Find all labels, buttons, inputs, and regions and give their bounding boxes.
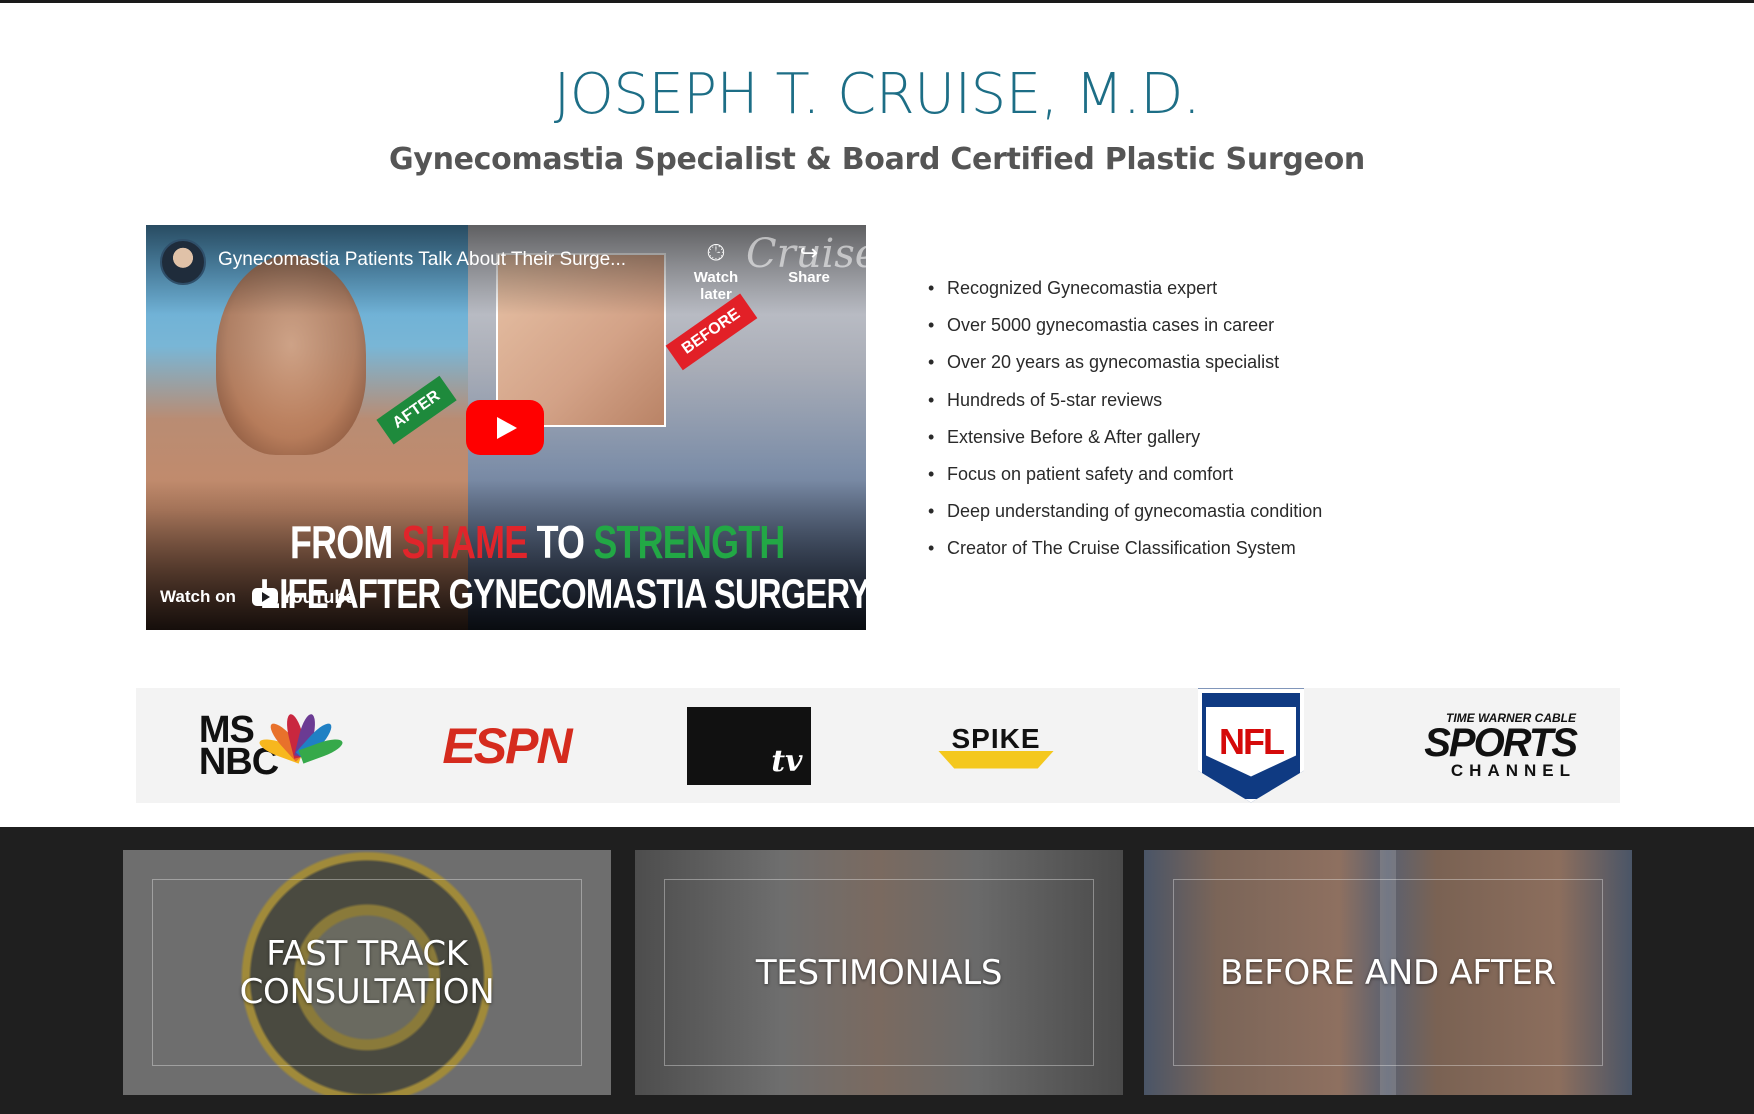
testimonials-tile[interactable]: TESTIMONIALS [635,850,1123,1095]
before-and-after-label: BEFORE AND AFTER [1219,952,1556,993]
list-item: Hundreds of 5-star reviews [928,385,1322,422]
clock-icon: 🕒︎ [707,240,725,265]
list-item: Deep understanding of gynecomastia condi… [928,496,1322,533]
headline-strength: STRENGTH [593,516,785,568]
nfl-logo: NFL [1196,688,1306,803]
list-item: Creator of The Cruise Classification Sys… [928,533,1322,570]
mtv-block: tv [686,706,811,785]
headline-from: FROM [290,516,402,568]
list-item: Focus on patient safety and comfort [928,459,1322,496]
cta-section: FAST TRACK CONSULTATION TESTIMONIALS BEF… [0,827,1754,1114]
watch-later-button[interactable]: 🕒︎ Watch later [676,240,756,304]
spike-bar [938,750,1054,769]
play-button[interactable] [466,400,544,455]
page-title: JOSEPH T. CRUISE, M.D. [553,62,1201,127]
video-title-link[interactable]: Gynecomastia Patients Talk About Their S… [218,249,626,271]
peacock-icon [257,707,345,764]
list-item: Extensive Before & After gallery [928,422,1322,459]
watch-on-label[interactable]: Watch on [160,587,236,607]
fast-track-label: FAST TRACK CONSULTATION [239,933,495,1012]
list-item: Over 20 years as gynecomastia specialist [928,347,1322,384]
page-subtitle: Gynecomastia Specialist & Board Certifie… [389,142,1365,177]
twc-line2: SPORTS [1424,720,1578,765]
channel-avatar[interactable] [160,239,206,285]
nfl-shield-icon: NFL [1198,688,1304,803]
spike-logo: SPIKE [936,688,1056,803]
tile-label: TESTIMONIALS [635,850,1123,1095]
youtube-logo-link[interactable]: YouTube [252,587,355,608]
tile-label: BEFORE AND AFTER [1144,850,1632,1095]
headline-to: TO [527,516,594,568]
credentials-list: Recognized Gynecomastia expert Over 5000… [928,273,1322,571]
twc-line3: CHANNEL [1450,760,1576,780]
before-and-after-tile[interactable]: BEFORE AND AFTER [1144,850,1632,1095]
share-icon: ↪ [799,240,819,265]
youtube-wordmark: YouTube [281,587,356,607]
spike-wordmark: SPIKE [951,722,1041,754]
espn-logo: ESPN [442,717,572,774]
nfl-wordmark: NFL [1206,706,1296,777]
list-item: Recognized Gynecomastia expert [928,273,1322,310]
fast-track-consultation-tile[interactable]: FAST TRACK CONSULTATION [123,850,611,1095]
mtv-logo: tv [686,688,811,803]
share-button[interactable]: ↪ Share [769,240,849,287]
top-border [0,0,1754,3]
twc-sports-logo: TIME WARNER CABLE SPORTS CHANNEL [1424,688,1578,803]
as-seen-on-logos: MS NBC ESPN tv SPIKE NFL TIME WARNER CAB… [136,688,1620,803]
share-label: Share [788,269,830,286]
headline-shame: SHAME [401,516,528,568]
youtube-video-embed[interactable]: Gynecomastia Patients Talk About Their S… [146,225,866,630]
tile-label: FAST TRACK CONSULTATION [123,850,611,1095]
list-item: Over 5000 gynecomastia cases in career [928,310,1322,347]
youtube-icon [252,588,278,606]
mtv-wordmark: tv [771,743,803,779]
testimonials-label: TESTIMONIALS [755,952,1003,993]
msnbc-logo: MS NBC [196,688,345,803]
video-headline: FROM SHAME TO STRENGTH [290,515,785,569]
